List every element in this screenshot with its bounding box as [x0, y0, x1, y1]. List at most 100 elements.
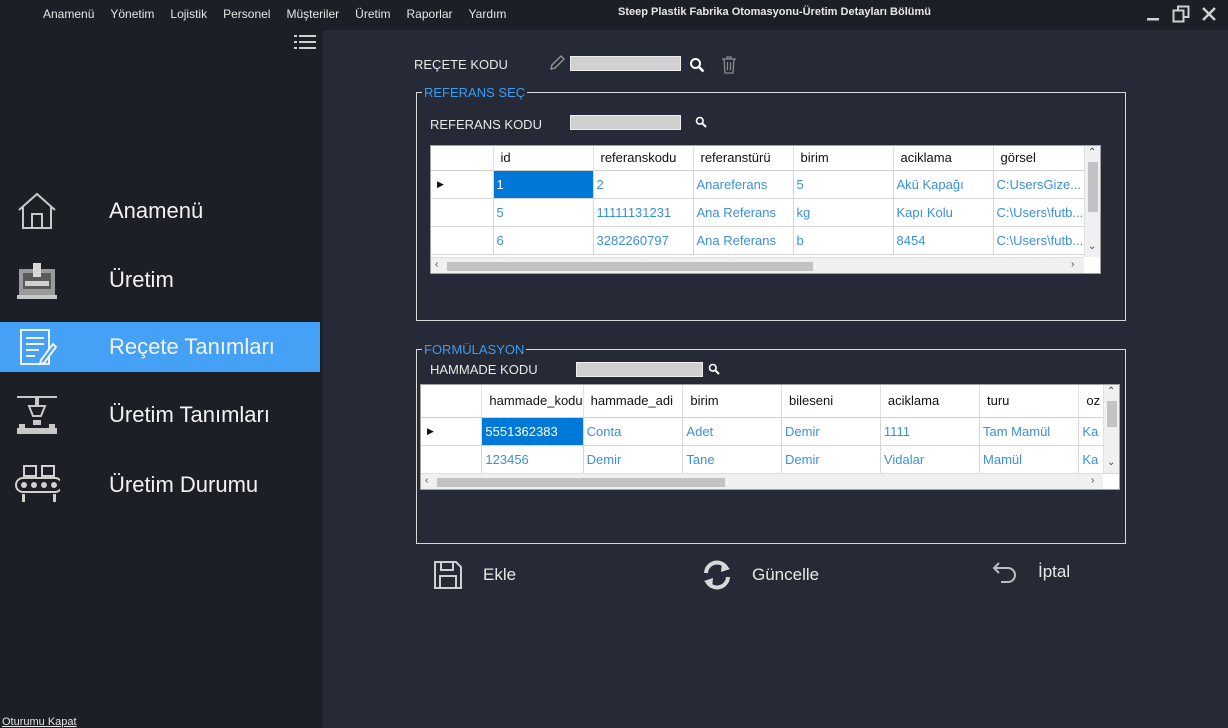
column-header[interactable]: referanskodu: [593, 146, 694, 171]
trash-icon[interactable]: [720, 55, 738, 75]
table-cell[interactable]: Vidalar: [880, 445, 981, 474]
column-header[interactable]: hammade_adi: [583, 385, 684, 418]
column-header[interactable]: bileseni: [781, 385, 881, 418]
horizontal-scrollbar[interactable]: ‹ ›: [421, 473, 1103, 489]
formulasyon-group-title: FORMÜLASYON: [422, 342, 527, 357]
table-cell[interactable]: Ana Referans: [693, 198, 794, 227]
table-row[interactable]: 5 11111131231 Ana Referans kg Kapı Kolu …: [431, 198, 1094, 227]
table-row[interactable]: 123456 Demir Tane Demir Vidalar Mamül Ka: [421, 445, 1119, 474]
cancel-button[interactable]: İptal: [990, 558, 1070, 586]
column-header[interactable]: birim: [682, 385, 782, 418]
table-row[interactable]: ▶ 5551362383 Conta Adet Demir 1111 Tam M…: [421, 417, 1119, 446]
hamburger-menu-icon[interactable]: [294, 33, 316, 56]
pencil-icon[interactable]: [548, 54, 566, 72]
table-cell[interactable]: Kapı Kolu: [893, 198, 994, 227]
add-button[interactable]: Ekle: [432, 560, 516, 590]
column-header[interactable]: referanstürü: [693, 146, 794, 171]
scroll-up-icon[interactable]: ⌃: [1088, 147, 1096, 158]
search-icon[interactable]: [688, 56, 706, 74]
referans-grid[interactable]: id referanskodu referanstürü birim acikl…: [430, 145, 1101, 274]
row-header[interactable]: [431, 198, 494, 227]
table-cell[interactable]: 5: [493, 198, 594, 227]
sidebar-item-uretim[interactable]: Üretim: [0, 255, 320, 305]
table-cell[interactable]: 123456: [481, 445, 584, 474]
table-cell[interactable]: Demir: [781, 445, 881, 474]
scrollbar-thumb[interactable]: [1088, 162, 1098, 212]
column-header[interactable]: turu: [979, 385, 1080, 418]
recipe-code-input[interactable]: [570, 56, 681, 71]
table-cell[interactable]: C:\Users\futb...: [993, 226, 1094, 255]
vertical-scrollbar[interactable]: ⌃ ⌄: [1103, 385, 1119, 473]
current-row-indicator-icon: ▶: [421, 417, 483, 446]
scrollbar-thumb[interactable]: [1107, 401, 1117, 427]
scroll-left-icon[interactable]: ‹: [425, 475, 428, 486]
referans-code-input[interactable]: [570, 115, 681, 130]
table-cell[interactable]: Anareferans: [693, 170, 794, 199]
column-header[interactable]: görsel: [993, 146, 1094, 171]
close-icon[interactable]: [1198, 3, 1220, 25]
table-cell[interactable]: Demir: [583, 445, 684, 474]
column-header[interactable]: aciklama: [880, 385, 981, 418]
table-cell[interactable]: b: [793, 226, 894, 255]
horizontal-scrollbar[interactable]: ‹ ›: [431, 257, 1084, 273]
scroll-right-icon[interactable]: ›: [1091, 475, 1094, 486]
scrollbar-thumb[interactable]: [447, 262, 813, 271]
formulasyon-grid[interactable]: hammade_kodu hammade_adi birim bileseni …: [420, 384, 1120, 490]
table-cell[interactable]: C:\Users\futb...: [993, 198, 1094, 227]
logout-link[interactable]: Oturumu Kapat: [2, 716, 77, 728]
restore-icon[interactable]: [1170, 3, 1192, 25]
menu-item-musteriler[interactable]: Müşteriler: [278, 7, 347, 21]
table-cell[interactable]: Adet: [682, 417, 782, 446]
table-cell[interactable]: 1: [493, 170, 594, 199]
table-cell[interactable]: 2: [593, 170, 694, 199]
table-cell[interactable]: 1111: [880, 417, 981, 446]
table-cell[interactable]: C:UsersGize...: [993, 170, 1094, 199]
menu-item-raporlar[interactable]: Raporlar: [399, 7, 461, 21]
minimize-icon[interactable]: [1142, 3, 1164, 25]
update-button[interactable]: Güncelle: [700, 558, 819, 592]
column-header[interactable]: id: [493, 146, 594, 171]
table-cell[interactable]: 11111131231: [593, 198, 694, 227]
row-header[interactable]: [421, 445, 483, 474]
column-header[interactable]: birim: [793, 146, 894, 171]
table-cell[interactable]: 8454: [893, 226, 994, 255]
table-cell[interactable]: Tam Mamül: [979, 417, 1080, 446]
search-icon[interactable]: [694, 115, 708, 129]
menu-item-yardim[interactable]: Yardım: [461, 7, 515, 21]
menu-item-lojistik[interactable]: Lojistik: [162, 7, 215, 21]
table-cell[interactable]: 3282260797: [593, 226, 694, 255]
column-header[interactable]: hammade_kodu: [481, 385, 584, 418]
scroll-down-icon[interactable]: ⌄: [1107, 457, 1115, 468]
table-cell[interactable]: Mamül: [979, 445, 1080, 474]
column-header[interactable]: aciklama: [893, 146, 994, 171]
table-cell[interactable]: Akü Kapağı: [893, 170, 994, 199]
table-cell[interactable]: kg: [793, 198, 894, 227]
sidebar-item-recete-tanimlari[interactable]: Reçete Tanımları: [0, 322, 320, 372]
scroll-left-icon[interactable]: ‹: [435, 259, 438, 270]
hammade-code-input[interactable]: [576, 362, 703, 377]
scrollbar-thumb[interactable]: [437, 478, 725, 487]
table-cell[interactable]: Ana Referans: [693, 226, 794, 255]
menu-item-uretim[interactable]: Üretim: [347, 7, 398, 21]
table-cell[interactable]: 5: [793, 170, 894, 199]
menu-item-personel[interactable]: Personel: [215, 7, 278, 21]
table-cell[interactable]: Conta: [583, 417, 684, 446]
table-row[interactable]: 6 3282260797 Ana Referans b 8454 C:\User…: [431, 226, 1094, 255]
table-row[interactable]: ▶ 1 2 Anareferans 5 Akü Kapağı C:UsersGi…: [431, 170, 1094, 199]
table-cell[interactable]: 5551362383: [481, 417, 584, 446]
sidebar-item-uretim-durumu[interactable]: Üretim Durumu: [0, 460, 320, 510]
sidebar-item-anamenu[interactable]: Anamenü: [0, 186, 320, 236]
menu-item-anamenu[interactable]: Anamenü: [35, 7, 102, 21]
scroll-up-icon[interactable]: ⌃: [1107, 386, 1115, 397]
table-cell[interactable]: Demir: [781, 417, 881, 446]
scroll-down-icon[interactable]: ⌄: [1088, 241, 1096, 252]
main-menu: Anamenü Yönetim Lojistik Personel Müşter…: [35, 0, 514, 28]
scroll-right-icon[interactable]: ›: [1071, 259, 1074, 270]
row-header[interactable]: [431, 226, 494, 255]
menu-item-yonetim[interactable]: Yönetim: [102, 7, 162, 21]
search-icon[interactable]: [707, 362, 721, 376]
table-cell[interactable]: 6: [493, 226, 594, 255]
sidebar-item-uretim-tanimlari[interactable]: Üretim Tanımları: [0, 390, 320, 440]
vertical-scrollbar[interactable]: ⌃ ⌄: [1084, 146, 1100, 257]
table-cell[interactable]: Tane: [682, 445, 782, 474]
